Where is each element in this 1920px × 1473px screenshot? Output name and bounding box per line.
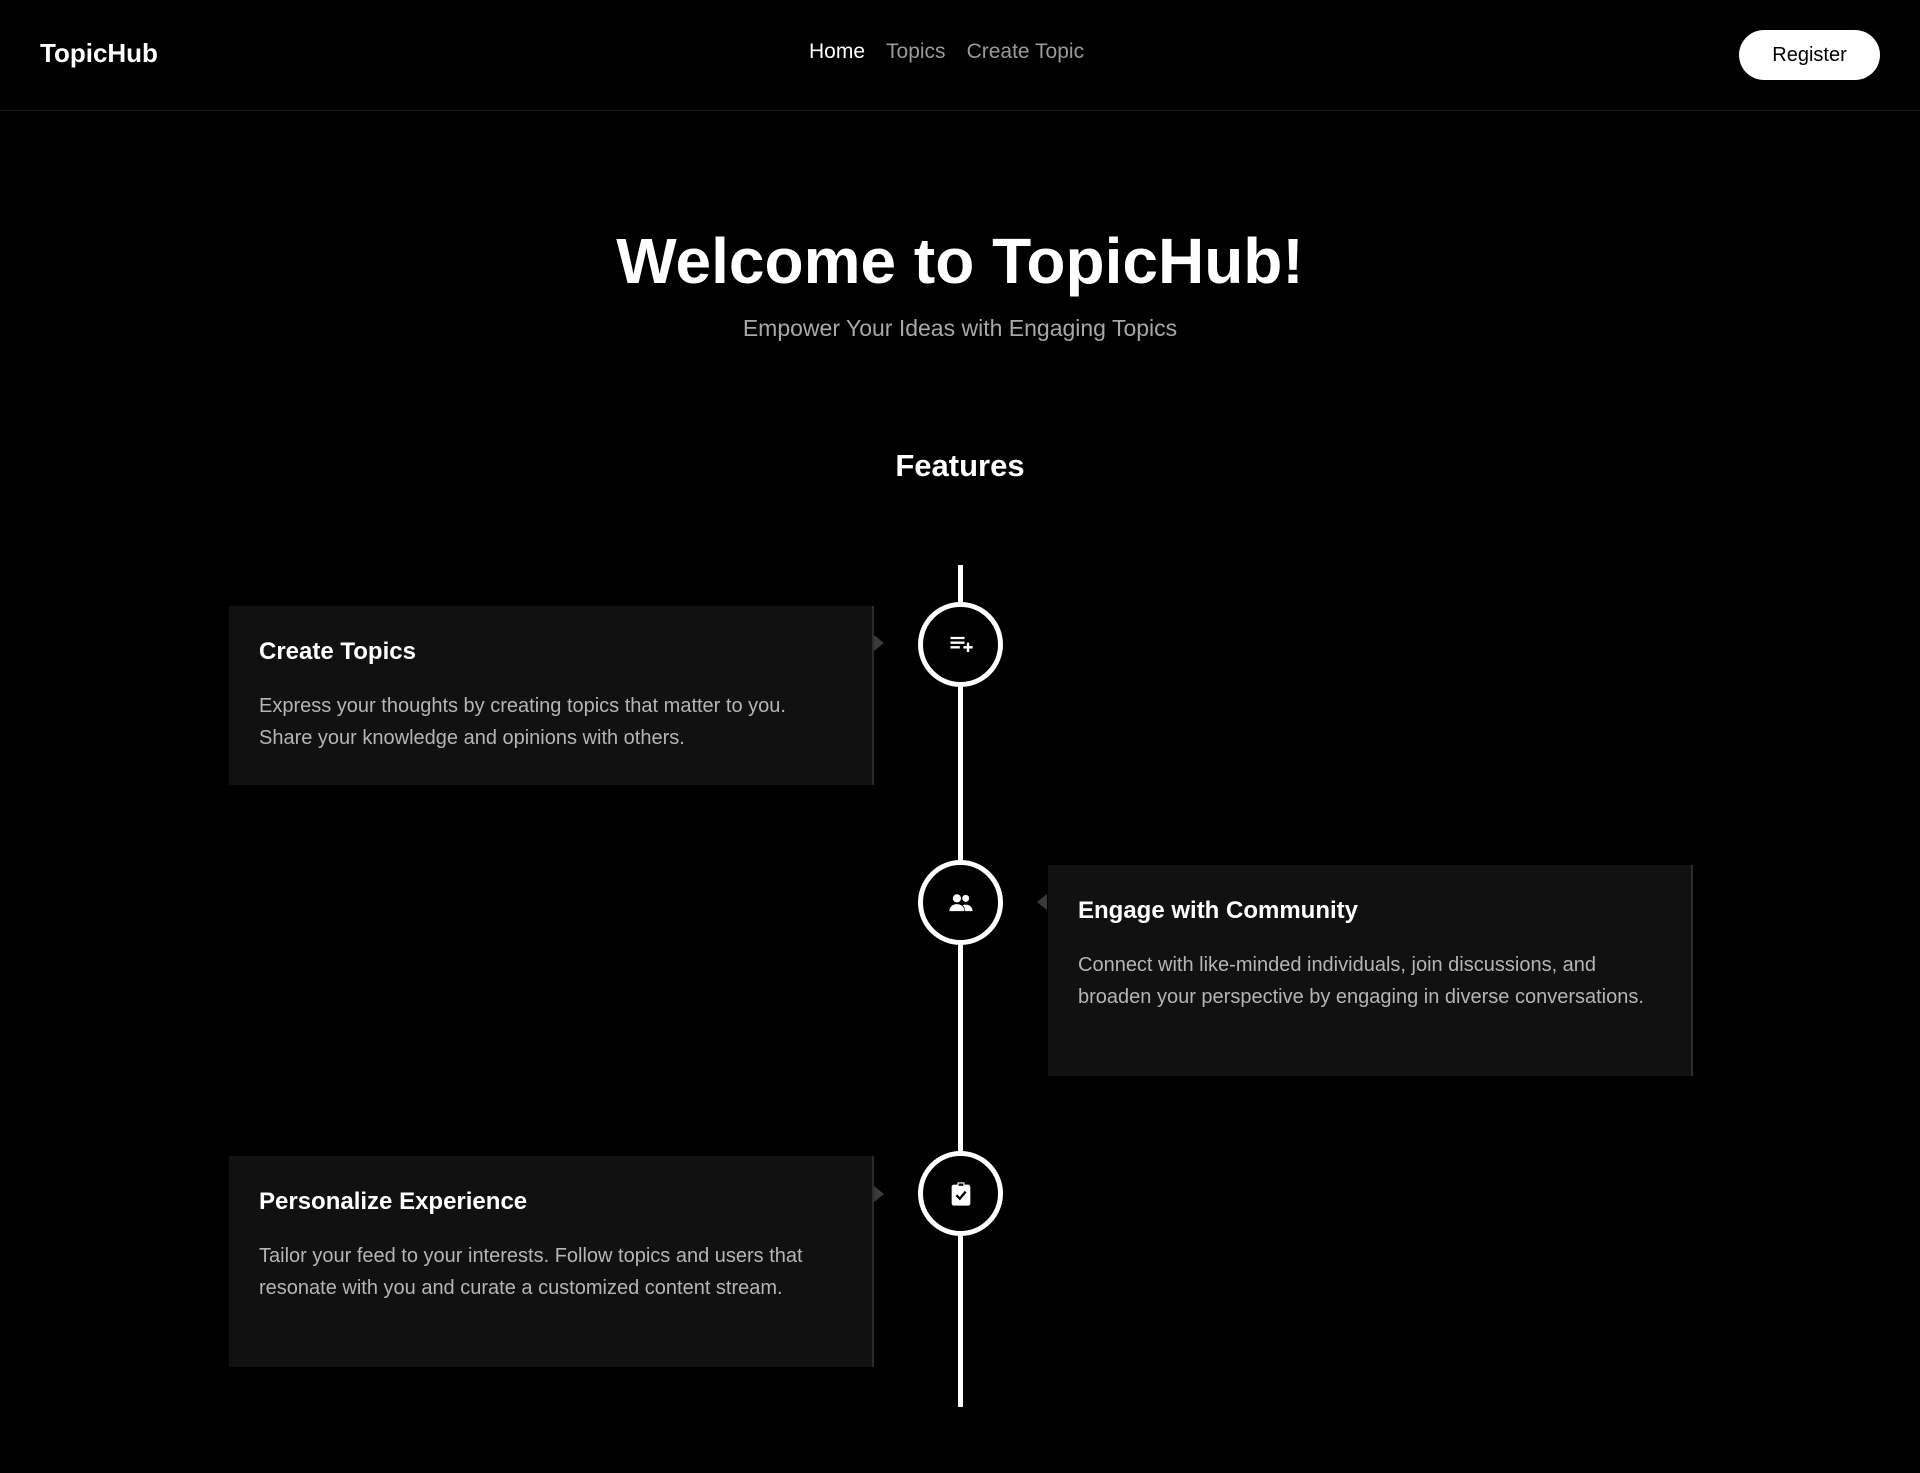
timeline-node-personalize — [918, 1151, 1003, 1236]
feature-card-create-topics: Create Topics Express your thoughts by c… — [229, 606, 874, 785]
feature-title: Engage with Community — [1078, 897, 1359, 924]
feature-description: Tailor your feed to your interests. Foll… — [259, 1245, 803, 1299]
nav-link-topics[interactable]: Topics — [886, 40, 946, 64]
feature-card-personalize: Personalize Experience Tailor your feed … — [229, 1156, 874, 1367]
nav-links: Home Topics Create Topic — [809, 40, 1084, 64]
brand-logo[interactable]: TopicHub — [40, 38, 158, 69]
playlist-add-icon — [950, 636, 973, 652]
feature-title: Create Topics — [259, 638, 416, 665]
people-icon — [948, 893, 973, 911]
feature-description: Connect with like-minded individuals, jo… — [1078, 954, 1644, 1008]
hero-subtitle: Empower Your Ideas with Engaging Topics — [742, 315, 1178, 341]
nav-link-create-topic[interactable]: Create Topic — [967, 40, 1085, 64]
card-pointer — [874, 1186, 884, 1202]
hero-title: Welcome to TopicHub! — [616, 225, 1304, 297]
feature-description: Express your thoughts by creating topics… — [259, 695, 786, 749]
nav-link-home[interactable]: Home — [809, 40, 865, 64]
clipboard-check-icon — [951, 1181, 970, 1206]
feature-card-engage-community: Engage with Community Connect with like-… — [1048, 865, 1693, 1076]
timeline-node-engage-community — [918, 860, 1003, 945]
feature-title: Personalize Experience — [259, 1188, 528, 1215]
card-pointer — [1037, 894, 1047, 910]
timeline-node-create-topics — [918, 602, 1003, 687]
timeline-line — [958, 565, 963, 1407]
register-button[interactable]: Register — [1739, 30, 1880, 80]
card-pointer — [874, 635, 884, 651]
features-heading: Features — [895, 448, 1025, 483]
navbar: TopicHub Home Topics Create Topic Regist… — [0, 0, 1920, 111]
